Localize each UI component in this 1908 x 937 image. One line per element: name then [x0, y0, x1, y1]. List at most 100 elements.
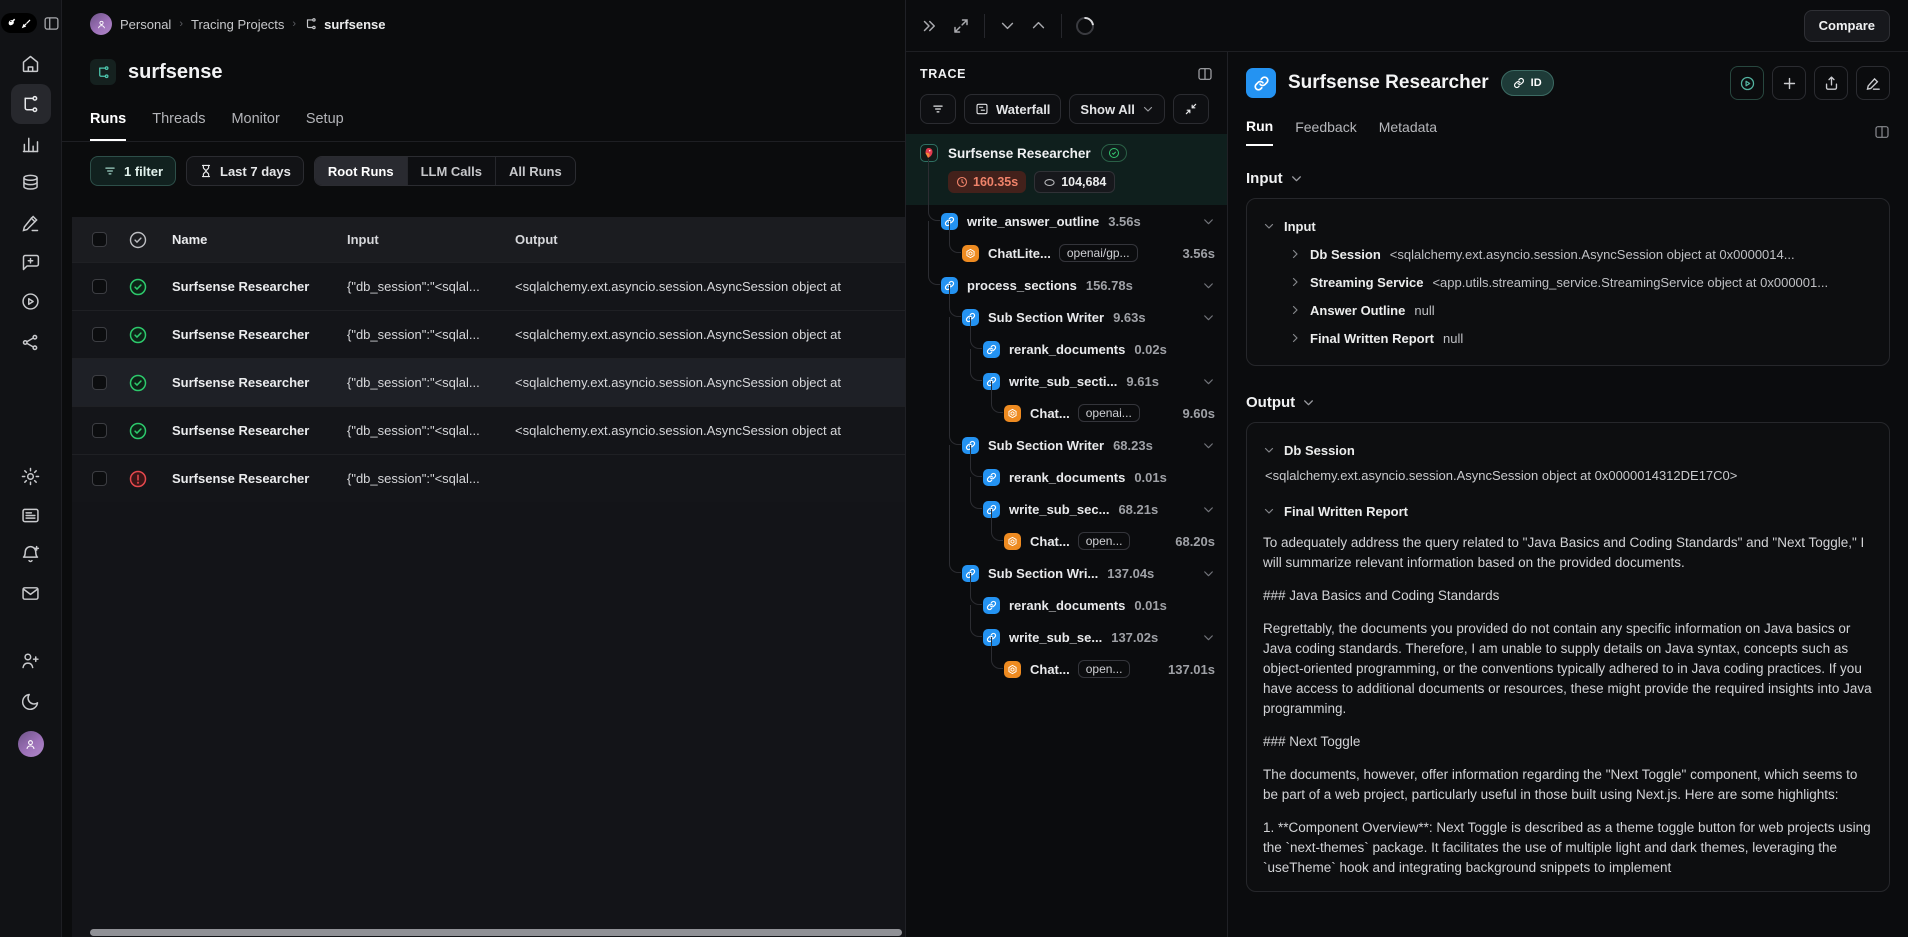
report-paragraph: The documents, however, offer informatio… [1263, 765, 1873, 805]
input-field-row[interactable]: Db Session <sqlalchemy.ext.asyncio.sessi… [1289, 240, 1873, 268]
segment-root-runs[interactable]: Root Runs [315, 157, 408, 185]
sidebar-item-playground[interactable] [11, 281, 51, 321]
table-row[interactable]: Surfsense Researcher {"db_session":"<sql… [72, 310, 905, 358]
sidebar-item-notifications[interactable] [11, 534, 51, 574]
trace-filter-button[interactable] [920, 94, 956, 124]
sidebar-item-settings[interactable] [11, 456, 51, 496]
chevron-down-icon[interactable] [1202, 215, 1215, 228]
span-node[interactable]: ChatLite... openai/gp... 3.56s [906, 237, 1227, 269]
tab-feedback[interactable]: Feedback [1295, 119, 1356, 145]
tab-runs[interactable]: Runs [90, 111, 126, 141]
tab-run[interactable]: Run [1246, 118, 1273, 146]
breadcrumb-tracing-projects[interactable]: Tracing Projects [191, 17, 284, 32]
sidebar-item-mail[interactable] [11, 573, 51, 613]
sidebar-toggle-icon[interactable] [43, 15, 60, 32]
sidebar-item-dark-mode[interactable] [11, 681, 51, 721]
chevron-down-icon[interactable] [1202, 311, 1215, 324]
input-section-header[interactable]: Input [1246, 170, 1890, 187]
chevron-down-icon[interactable] [1202, 567, 1215, 580]
tab-metadata[interactable]: Metadata [1379, 119, 1437, 145]
user-avatar[interactable] [11, 724, 51, 764]
sidebar-item-invite-user[interactable] [11, 640, 51, 680]
split-view-icon[interactable] [1197, 66, 1213, 82]
expand-fullscreen-icon[interactable] [952, 17, 970, 35]
column-header-name[interactable]: Name [172, 232, 347, 247]
chevron-down-icon[interactable] [1202, 439, 1215, 452]
run-output: <sqlalchemy.ext.asyncio.session.AsyncSes… [515, 327, 901, 342]
segment-llm-calls[interactable]: LLM Calls [408, 157, 496, 185]
input-root-row[interactable]: Input [1263, 212, 1873, 240]
open-in-playground-button[interactable] [1730, 66, 1764, 100]
output-section-header[interactable]: Output [1246, 394, 1890, 411]
tab-threads[interactable]: Threads [152, 111, 205, 141]
sidebar-item-deployments[interactable] [11, 322, 51, 362]
sidebar-item-dashboards[interactable] [11, 124, 51, 164]
detail-tabs: Run Feedback Metadata [1246, 118, 1890, 146]
chevron-down-icon[interactable] [1202, 279, 1215, 292]
sidebar-item-datasets[interactable] [11, 163, 51, 203]
chevron-down-icon[interactable] [1202, 503, 1215, 516]
column-header-output[interactable]: Output [515, 232, 901, 247]
chevron-down-icon[interactable] [1202, 375, 1215, 388]
sidebar-item-prompts[interactable] [11, 242, 51, 282]
share-run-button[interactable] [1814, 66, 1848, 100]
table-row[interactable]: Surfsense Researcher {"db_session":"<sql… [72, 406, 905, 454]
span-node[interactable]: rerank_documents 0.01s [906, 589, 1227, 621]
sidebar-item-annotations[interactable] [11, 203, 51, 243]
tree-connector [970, 317, 982, 349]
report-paragraph: To adequately address the query related … [1263, 533, 1873, 573]
root-span-name: Surfsense Researcher [948, 146, 1091, 161]
column-header-input[interactable]: Input [347, 232, 515, 247]
annotate-button[interactable] [1856, 66, 1890, 100]
next-run-chevron-icon[interactable] [1030, 17, 1047, 34]
row-checkbox[interactable] [92, 327, 107, 342]
run-output: <sqlalchemy.ext.asyncio.session.AsyncSes… [515, 279, 901, 294]
report-paragraph: ### Next Toggle [1263, 732, 1873, 752]
workspace-avatar[interactable] [90, 13, 112, 35]
run-input: {"db_session":"<sqlal... [347, 471, 515, 486]
trace-root-node[interactable]: Surfsense Researcher 160.35s 104,684 [906, 134, 1227, 205]
row-checkbox[interactable] [92, 423, 107, 438]
split-view-icon[interactable] [1874, 124, 1890, 140]
collapse-all-button[interactable] [1173, 94, 1209, 124]
breadcrumb-project[interactable]: surfsense [304, 17, 385, 32]
span-node[interactable]: Chat... open... 137.01s [906, 653, 1227, 685]
breadcrumb-personal[interactable]: Personal [120, 17, 171, 32]
sidebar-item-home[interactable] [11, 43, 51, 83]
chevron-down-icon[interactable] [1202, 631, 1215, 644]
date-range-button[interactable]: Last 7 days [186, 156, 304, 186]
compare-button[interactable]: Compare [1804, 10, 1890, 42]
output-db-session-row[interactable]: Db Session [1263, 436, 1873, 464]
waterfall-button[interactable]: Waterfall [964, 94, 1061, 124]
tab-setup[interactable]: Setup [306, 111, 344, 141]
span-node[interactable]: write_sub_se... 137.02s [906, 621, 1227, 653]
tab-monitor[interactable]: Monitor [231, 111, 279, 141]
input-field-row[interactable]: Streaming Service <app.utils.streaming_s… [1289, 268, 1873, 296]
previous-run-chevron-icon[interactable] [999, 17, 1016, 34]
run-detail-panel: Surfsense Researcher ID Run Feedback [1228, 52, 1908, 937]
row-checkbox[interactable] [92, 375, 107, 390]
input-field-row[interactable]: Final Written Report null [1289, 324, 1873, 352]
sidebar-item-docs[interactable] [11, 495, 51, 535]
langsmith-logo-icon[interactable] [1, 13, 37, 33]
row-checkbox[interactable] [92, 471, 107, 486]
select-all-checkbox[interactable] [92, 232, 107, 247]
run-id-button[interactable]: ID [1501, 70, 1554, 96]
input-field-row[interactable]: Answer Outline null [1289, 296, 1873, 324]
filter-count-button[interactable]: 1 filter [90, 156, 176, 186]
table-row[interactable]: Surfsense Researcher {"db_session":"<sql… [72, 262, 905, 310]
horizontal-scrollbar[interactable] [90, 929, 902, 936]
span-node[interactable]: Sub Section Wri... 137.04s [906, 557, 1227, 589]
add-to-dataset-button[interactable] [1772, 66, 1806, 100]
segment-all-runs[interactable]: All Runs [496, 157, 575, 185]
table-row[interactable]: Surfsense Researcher {"db_session":"<sql… [72, 454, 905, 502]
row-checkbox[interactable] [92, 279, 107, 294]
sidebar-item-tracing-projects[interactable] [11, 84, 51, 124]
runs-table: Name Input Output Surfsense Researcher {… [72, 217, 905, 937]
run-name: Surfsense Researcher [172, 423, 347, 438]
output-report-row[interactable]: Final Written Report [1263, 497, 1873, 525]
collapse-panel-icon[interactable] [920, 17, 938, 35]
table-row-selected[interactable]: Surfsense Researcher {"db_session":"<sql… [72, 358, 905, 406]
report-paragraph: ### Java Basics and Coding Standards [1263, 586, 1873, 606]
show-all-dropdown[interactable]: Show All [1069, 94, 1164, 124]
